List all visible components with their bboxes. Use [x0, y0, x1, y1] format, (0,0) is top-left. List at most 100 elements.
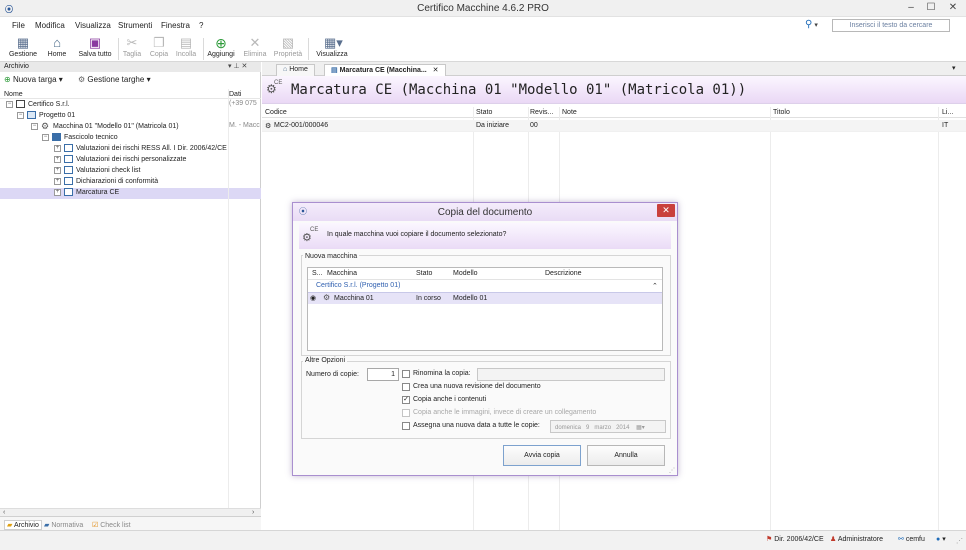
list-col-model[interactable]: Modello — [453, 270, 478, 277]
menu-file[interactable]: File — [12, 21, 25, 30]
table-row[interactable]: ⚙ MC2-001/000046 Da iniziare 00 IT — [262, 120, 966, 132]
company-icon — [16, 100, 25, 108]
tab-marcatura-ce[interactable]: ▤ Marcatura CE (Macchina... ✕ — [324, 64, 446, 76]
user-status[interactable]: ♟ Administratore — [830, 535, 883, 543]
tab-home[interactable]: ⌂ Home — [276, 64, 315, 76]
save-all-button[interactable]: ▣ Salva tutto — [76, 34, 114, 62]
close-button[interactable]: ✕ — [944, 1, 962, 15]
menu-finestra[interactable]: Finestra — [161, 21, 190, 30]
expand-icon[interactable]: + — [54, 166, 61, 174]
minimize-button[interactable]: – — [902, 1, 920, 15]
properties-button[interactable]: ▧ Proprietà — [272, 34, 304, 62]
tab-archivio[interactable]: ▰ Archivio — [4, 520, 42, 530]
expand-icon[interactable]: + — [54, 144, 61, 152]
menu-strumenti[interactable]: Strumenti — [118, 21, 152, 30]
visualizza-button[interactable]: ▦▾ Visualizza — [312, 34, 352, 62]
new-target-button[interactable]: ⊕ Nuova targa ▾ — [4, 75, 63, 84]
panel-controls[interactable]: ▾ ⊥ ✕ — [228, 62, 247, 70]
maximize-button[interactable]: ☐ — [922, 1, 940, 15]
search-dropdown-icon[interactable]: ▾ — [814, 22, 818, 29]
menu-visualizza[interactable]: Visualizza — [75, 21, 111, 30]
list-col-machine[interactable]: Macchina — [327, 270, 357, 277]
resize-grip-icon[interactable]: ⋰ — [669, 467, 675, 474]
list-col-s[interactable]: S... — [312, 270, 323, 277]
tab-normativa[interactable]: ▰ Normativa — [44, 521, 83, 529]
col-titolo[interactable]: Titolo — [773, 109, 790, 116]
col-stato[interactable]: Stato — [476, 109, 492, 116]
dialog-close-button[interactable]: ✕ — [657, 204, 675, 217]
window-titlebar: ⦿ Certifico Macchine 4.6.2 PRO – ☐ ✕ — [0, 0, 966, 17]
collapse-icon[interactable]: − — [42, 133, 49, 141]
dialog-titlebar: ⦿ Copia del documento ✕ — [293, 203, 677, 221]
date-picker[interactable]: domenica 9 marzo 2014 ▦▾ — [550, 420, 666, 433]
paste-icon: ▤ — [179, 35, 193, 50]
help-status[interactable]: ● ▾ — [936, 535, 946, 543]
directive-status[interactable]: ⚑ Dir. 2006/42/CE — [766, 535, 824, 543]
expand-icon[interactable]: + — [54, 188, 61, 196]
tree-node-company[interactable]: − Certifico S.r.l. (+39 075 — [0, 100, 261, 111]
radio-selected-icon[interactable]: ◉ — [310, 294, 316, 302]
rename-checkbox[interactable] — [402, 370, 410, 378]
tree-node-project[interactable]: − Progetto 01 — [0, 111, 261, 122]
new-date-checkbox[interactable] — [402, 422, 410, 430]
cancel-button[interactable]: Annulla — [587, 445, 665, 466]
col-note[interactable]: Note — [562, 109, 577, 116]
gestione-button[interactable]: ▦ Gestione — [8, 34, 38, 62]
tab-checklist[interactable]: ☑ Check list — [92, 521, 131, 529]
copy-images-checkbox[interactable] — [402, 409, 410, 417]
paste-button[interactable]: ▤ Incolla — [173, 34, 199, 62]
tree-node-machine[interactable]: − ⚙ Macchina 01 "Modello 01" (Matricola 01… — [0, 122, 261, 133]
home-button[interactable]: ⌂ Home — [45, 34, 69, 62]
copy-contents-checkbox[interactable]: ✓ — [402, 396, 410, 404]
list-col-description[interactable]: Descrizione — [545, 270, 582, 277]
add-button[interactable]: ⊕ Aggiungi — [205, 34, 237, 62]
expand-icon[interactable]: + — [54, 177, 61, 185]
document-title: Marcatura CE (Macchina 01 "Modello 01" (… — [291, 82, 747, 98]
start-copy-button[interactable]: Avvia copia — [503, 445, 581, 466]
list-item[interactable]: ◉ ⚙ Macchina 01 In corso Modello 01 — [308, 293, 662, 304]
tabs-overflow-icon[interactable]: ▾ — [952, 64, 956, 72]
tree-node-technical-file[interactable]: − Fascicolo tecnico — [0, 133, 261, 144]
menu-modifica[interactable]: Modifica — [35, 21, 65, 30]
search-icon[interactable]: ⚲ ▾ — [805, 19, 818, 30]
new-revision-checkbox[interactable] — [402, 383, 410, 391]
collapse-icon[interactable]: − — [31, 122, 38, 130]
col-codice[interactable]: Codice — [265, 109, 287, 116]
chevron-up-icon[interactable]: ⌃ — [652, 282, 658, 290]
collapse-icon[interactable]: − — [17, 111, 24, 119]
rename-input[interactable] — [477, 368, 665, 381]
tree-node-checklist[interactable]: + Valutazioni check list — [0, 166, 261, 177]
resize-grip-icon[interactable]: ⋰ — [956, 537, 963, 545]
col-lingua[interactable]: Li... — [942, 109, 953, 116]
tree-node-ress[interactable]: + Valutazioni dei rischi RESS All. I Dir.… — [0, 144, 261, 155]
col-data[interactable]: Dati — [229, 91, 241, 98]
col-name[interactable]: Nome — [4, 91, 23, 98]
scroll-left-icon[interactable]: ‹ — [3, 509, 5, 516]
tree-node-conformity[interactable]: + Dichiarazioni di conformità — [0, 177, 261, 188]
horizontal-scrollbar[interactable]: ‹ › — [0, 508, 261, 516]
list-col-state[interactable]: Stato — [416, 270, 432, 277]
scroll-right-icon[interactable]: › — [252, 509, 254, 516]
close-tab-icon[interactable]: ✕ — [433, 67, 439, 74]
folder-icon — [52, 133, 61, 141]
copy-button[interactable]: ❐ Copia — [147, 34, 171, 62]
cut-button[interactable]: ✂ Taglia — [120, 34, 144, 62]
search-input[interactable]: Inserisci il testo da cercare — [832, 19, 950, 32]
user-icon: ♟ — [830, 536, 837, 543]
expand-icon[interactable]: + — [54, 155, 61, 163]
project-icon — [27, 111, 36, 119]
tree-node-custom-risks[interactable]: + Valutazioni dei rischi personalizzate — [0, 155, 261, 166]
book-icon: ▰ — [44, 522, 50, 529]
manage-targets-button[interactable]: ⚙ Gestione targhe ▾ — [78, 75, 151, 84]
collapse-icon[interactable]: − — [6, 100, 13, 108]
home-icon: ⌂ — [283, 66, 288, 73]
tree-node-ce-marking[interactable]: + Marcatura CE — [0, 188, 261, 199]
list-group-header[interactable]: Certifico S.r.l. (Progetto 01) — [316, 282, 400, 289]
menu-help[interactable]: ? — [199, 21, 203, 30]
ce-gear-icon: ⚙ — [265, 123, 272, 130]
col-revisione[interactable]: Revis... — [530, 109, 553, 116]
calendar-icon[interactable]: ▦▾ — [636, 425, 645, 431]
copies-input[interactable]: 1 — [367, 368, 399, 381]
delete-button[interactable]: ✕ Elimina — [241, 34, 269, 62]
account-status[interactable]: ⚯ cemfu — [898, 535, 925, 543]
